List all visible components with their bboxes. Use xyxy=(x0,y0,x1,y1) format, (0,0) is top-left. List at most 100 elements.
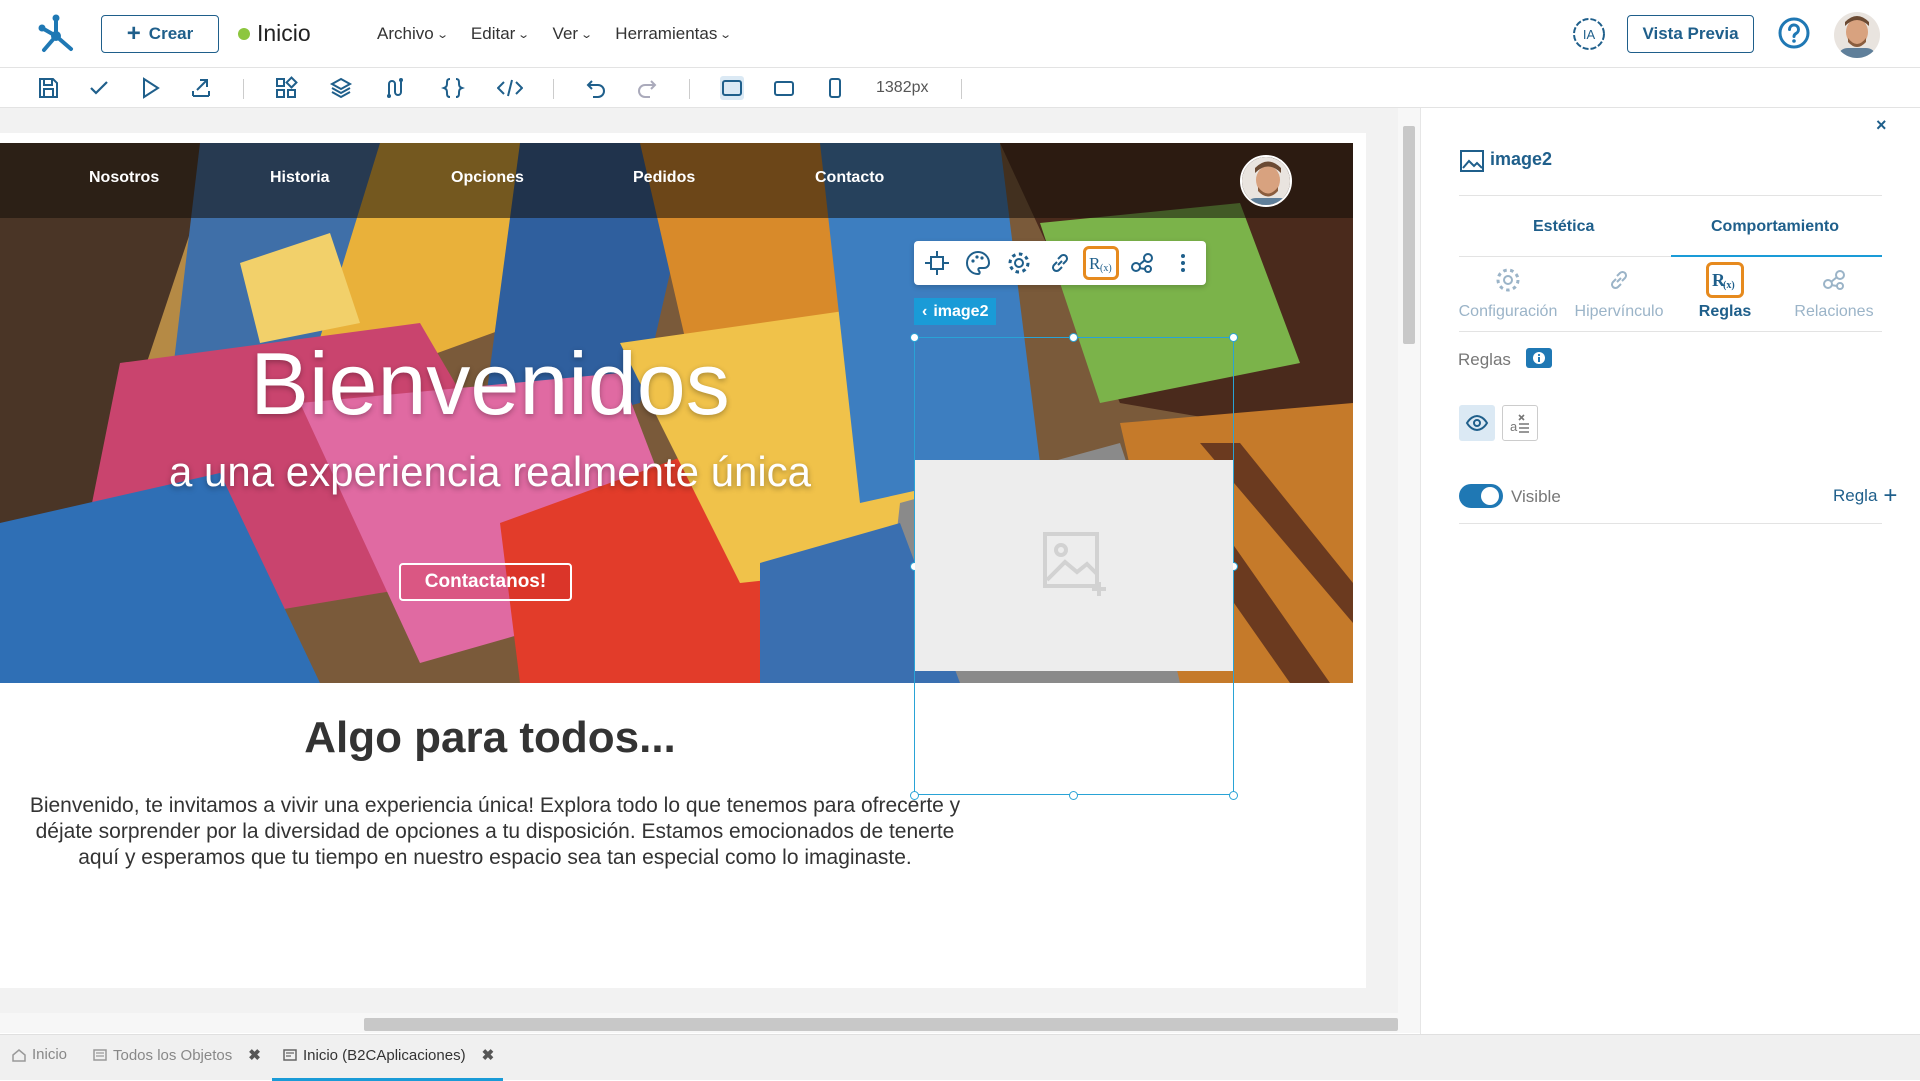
nav-link-historia[interactable]: Historia xyxy=(270,169,330,187)
move-icon[interactable] xyxy=(924,250,950,276)
layers-icon[interactable] xyxy=(329,76,353,100)
info-icon[interactable] xyxy=(1526,348,1552,368)
resize-handle[interactable] xyxy=(1229,333,1238,342)
app-logo-icon[interactable] xyxy=(34,12,78,56)
palette-icon[interactable] xyxy=(965,250,991,276)
subtab-reglas[interactable]: R (x) Reglas xyxy=(1665,265,1785,321)
divider xyxy=(1459,195,1882,196)
image2-placeholder[interactable] xyxy=(915,460,1233,671)
active-tab-indicator xyxy=(1671,255,1882,257)
resize-handle[interactable] xyxy=(910,791,919,800)
nav-link-opciones[interactable]: Opciones xyxy=(451,169,524,187)
code-icon[interactable] xyxy=(497,76,523,100)
contact-button[interactable]: Contactanos! xyxy=(399,563,572,601)
create-button[interactable]: + Crear xyxy=(101,15,219,53)
link-icon[interactable] xyxy=(1047,250,1073,276)
rules-icon[interactable]: R (x) xyxy=(1088,250,1114,276)
visibility-mode-button[interactable] xyxy=(1459,405,1495,441)
nav-link-nosotros[interactable]: Nosotros xyxy=(89,169,159,187)
text-clear-icon: a xyxy=(1510,414,1529,434)
menu-herramientas[interactable]: Herramientas ⌄ xyxy=(615,24,732,44)
braces-icon[interactable] xyxy=(441,76,465,100)
mobile-view-icon[interactable] xyxy=(823,76,847,100)
image-icon xyxy=(1459,148,1485,174)
user-avatar[interactable] xyxy=(1834,12,1880,58)
create-button-label: Crear xyxy=(148,24,194,43)
hero-subtitle: a una experiencia realmente única xyxy=(168,448,812,495)
help-icon[interactable] xyxy=(1777,16,1811,50)
visible-label: Visible xyxy=(1511,487,1561,506)
close-panel-icon[interactable]: × xyxy=(1876,115,1887,136)
menu-ver[interactable]: Ver ⌄ xyxy=(553,24,594,44)
nav-link-contacto[interactable]: Contacto xyxy=(815,169,884,187)
check-icon[interactable] xyxy=(87,76,111,100)
subtab-label: Relaciones xyxy=(1794,303,1874,320)
tab-comportamiento[interactable]: Comportamiento xyxy=(1711,218,1839,236)
section-text-line: Bienvenido, te invitamos a vivir una exp… xyxy=(29,794,961,817)
resize-handle[interactable] xyxy=(910,333,919,342)
resize-handle[interactable] xyxy=(1229,791,1238,800)
components-icon[interactable] xyxy=(274,76,298,100)
design-canvas[interactable]: Nosotros Historia Opciones Pedidos Conta… xyxy=(0,108,1420,1018)
document-tabs-bar: Inicio Todos los Objetos ✖ Inicio (B2CAp… xyxy=(0,1034,1920,1081)
nav-link-pedidos[interactable]: Pedidos xyxy=(633,169,695,187)
visible-toggle[interactable] xyxy=(1459,484,1503,508)
close-tab-icon[interactable]: ✖ xyxy=(482,1046,495,1064)
desktop-view-icon[interactable] xyxy=(720,76,744,100)
editor-toolbar: 1382px xyxy=(0,68,1920,108)
undo-icon[interactable] xyxy=(584,76,608,100)
resize-handle[interactable] xyxy=(1069,333,1078,342)
add-rule-label: Regla xyxy=(1833,486,1878,505)
menu-archivo[interactable]: Archivo ⌄ xyxy=(377,24,449,44)
list-icon xyxy=(93,1049,107,1061)
resize-handle[interactable] xyxy=(1069,791,1078,800)
site-navbar: Nosotros Historia Opciones Pedidos Conta… xyxy=(0,143,1353,218)
doc-tab-todos-los-objetos[interactable]: Todos los Objetos ✖ xyxy=(93,1046,261,1064)
more-vertical-icon[interactable] xyxy=(1170,250,1196,276)
chevron-down-icon: ⌄ xyxy=(517,28,531,41)
rules-section-label: Reglas xyxy=(1458,350,1511,369)
text-rule-button[interactable]: a xyxy=(1502,405,1538,441)
subtab-configuracion[interactable]: Configuración xyxy=(1448,265,1568,321)
tab-estetica[interactable]: Estética xyxy=(1533,218,1594,236)
page-title: Inicio xyxy=(257,20,311,46)
doc-tab-inicio-b2c[interactable]: Inicio (B2CAplicaciones) ✖ xyxy=(283,1046,494,1064)
canvas-width-readout: 1382px xyxy=(876,79,929,96)
horizontal-scrollbar-thumb[interactable] xyxy=(364,1018,1398,1031)
panel-title: image2 xyxy=(1490,149,1553,169)
selected-element-label[interactable]: ‹ image2 xyxy=(914,298,996,325)
site-user-avatar[interactable] xyxy=(1240,155,1292,207)
top-bar: + Crear Inicio Archivo ⌄ Editar ⌄ Ver ⌄ Her… xyxy=(0,0,1920,68)
ai-assistant-icon[interactable]: IA xyxy=(1571,16,1607,52)
data-icon[interactable] xyxy=(384,76,408,100)
plus-icon: + xyxy=(1883,482,1898,509)
subtab-label: Configuración xyxy=(1458,303,1558,320)
chevron-left-icon: ‹ xyxy=(922,302,928,320)
tablet-view-icon[interactable] xyxy=(772,76,796,100)
doc-tab-inicio[interactable]: Inicio xyxy=(12,1046,67,1063)
subtab-relaciones[interactable]: Relaciones xyxy=(1774,265,1894,321)
section-text-line: déjate sorprender por la diversidad de o… xyxy=(35,820,955,843)
publish-icon[interactable] xyxy=(189,76,213,100)
home-icon xyxy=(12,1048,26,1062)
play-icon[interactable] xyxy=(138,76,162,100)
relations-icon xyxy=(1819,265,1849,295)
add-rule-button[interactable]: Regla + xyxy=(1833,484,1897,508)
menu-editar[interactable]: Editar ⌄ xyxy=(470,24,531,44)
divider xyxy=(1459,523,1882,524)
redo-icon[interactable] xyxy=(635,76,659,100)
svg-text:a: a xyxy=(1510,419,1518,434)
element-toolbar: R (x) xyxy=(914,241,1206,285)
chevron-down-icon: ⌄ xyxy=(580,28,594,41)
section-title: Algo para todos... xyxy=(304,713,676,762)
close-tab-icon[interactable]: ✖ xyxy=(248,1046,261,1064)
preview-button[interactable]: Vista Previa xyxy=(1627,15,1754,53)
selected-element-name: image2 xyxy=(933,302,989,320)
menu-label: Editar xyxy=(470,24,516,43)
vertical-scrollbar-thumb[interactable] xyxy=(1403,126,1415,344)
subtab-hipervinculo[interactable]: Hipervínculo xyxy=(1559,265,1679,321)
image-placeholder-icon xyxy=(1043,532,1106,596)
gear-icon[interactable] xyxy=(1006,250,1032,276)
relations-icon[interactable] xyxy=(1129,250,1155,276)
save-icon[interactable] xyxy=(36,76,60,100)
